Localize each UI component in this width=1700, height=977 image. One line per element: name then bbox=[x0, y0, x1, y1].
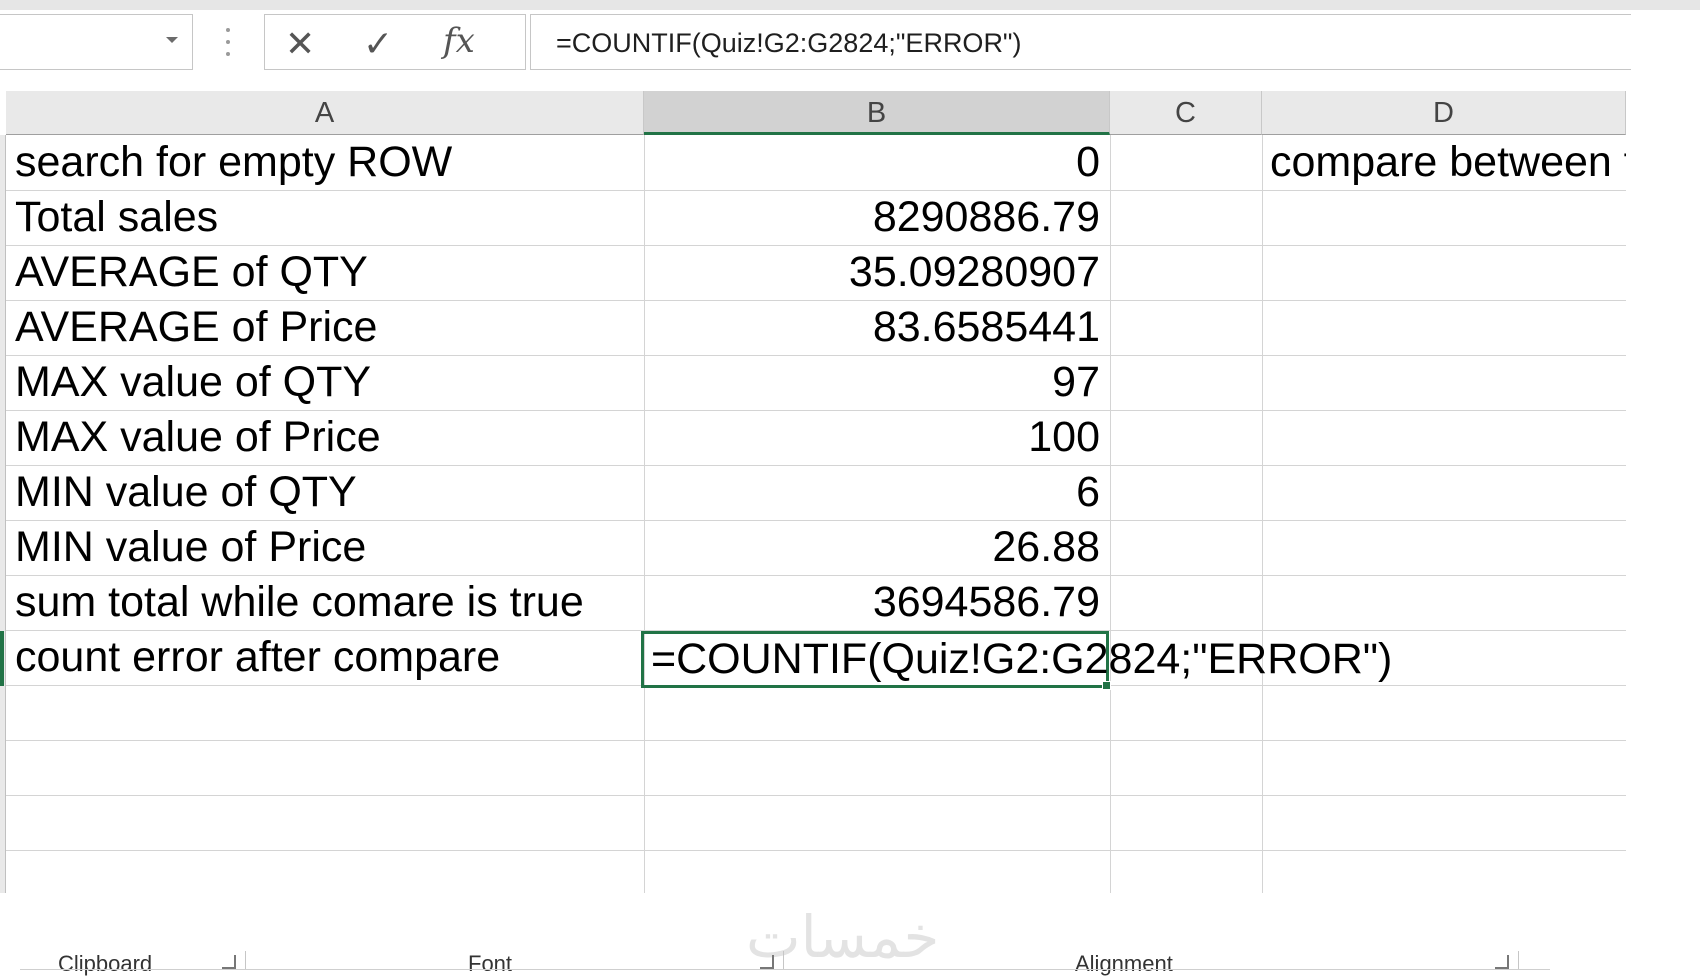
ribbon-group-alignment: Alignment bbox=[1075, 951, 1173, 976]
cell-b2[interactable]: 8290886.79 bbox=[648, 190, 1100, 245]
cell-a8[interactable]: MIN value of Price bbox=[15, 520, 640, 575]
cell-a4[interactable]: AVERAGE of Price bbox=[15, 300, 640, 355]
formula-bar-area: ✕ ✓ fx =COUNTIF(Quiz!G2:G2824;"ERROR") bbox=[0, 10, 1631, 88]
cell-b1[interactable]: 0 bbox=[648, 135, 1100, 190]
cell-b9[interactable]: 3694586.79 bbox=[648, 575, 1100, 630]
gridline bbox=[6, 740, 1626, 741]
chevron-down-icon[interactable] bbox=[166, 37, 178, 43]
cell-b4[interactable]: 83.6585441 bbox=[648, 300, 1100, 355]
group-separator bbox=[1518, 951, 1519, 970]
column-header-c[interactable]: C bbox=[1110, 91, 1262, 135]
cell-b7[interactable]: 6 bbox=[648, 465, 1100, 520]
formula-text: =COUNTIF(Quiz!G2:G2824;"ERROR") bbox=[556, 28, 1022, 58]
cell-d1[interactable]: compare between t bbox=[1270, 135, 1626, 190]
cell-a10[interactable]: count error after compare bbox=[15, 630, 640, 685]
column-header-b[interactable]: B bbox=[644, 91, 1110, 135]
column-header-a[interactable]: A bbox=[6, 91, 644, 135]
cell-a7[interactable]: MIN value of QTY bbox=[15, 465, 640, 520]
cell-b3[interactable]: 35.09280907 bbox=[648, 245, 1100, 300]
cell-b8[interactable]: 26.88 bbox=[648, 520, 1100, 575]
enter-icon[interactable]: ✓ bbox=[363, 23, 393, 65]
active-row-marker bbox=[0, 631, 4, 686]
active-cell-text: =COUNTIF(Quiz!G2:G2824;"ERROR") bbox=[651, 635, 1393, 683]
gridline bbox=[1262, 135, 1263, 893]
cell-a3[interactable]: AVERAGE of QTY bbox=[15, 245, 640, 300]
cell-a9[interactable]: sum total while comare is true bbox=[15, 575, 640, 630]
formula-buttons: ✕ ✓ fx bbox=[264, 14, 526, 70]
insert-function-icon[interactable]: fx bbox=[443, 21, 475, 61]
gridline bbox=[6, 795, 1626, 796]
cell-a1[interactable]: search for empty ROW bbox=[15, 135, 640, 190]
group-separator bbox=[783, 951, 784, 970]
font-launcher-icon[interactable] bbox=[760, 955, 774, 969]
watermark: خمسات bbox=[746, 903, 940, 971]
ribbon-group-clipboard: Clipboard bbox=[58, 951, 153, 976]
drag-handle-icon[interactable] bbox=[225, 28, 231, 56]
cell-a6[interactable]: MAX value of Price bbox=[15, 410, 640, 465]
clipboard-launcher-icon[interactable] bbox=[222, 955, 236, 969]
row-headers[interactable] bbox=[0, 135, 6, 893]
cell-b6[interactable]: 100 bbox=[648, 410, 1100, 465]
group-separator bbox=[245, 951, 246, 970]
ribbon-bottom: خمسات Clipboard Font Alignment bbox=[0, 893, 1700, 976]
cancel-icon[interactable]: ✕ bbox=[285, 23, 315, 65]
column-header-d[interactable]: D bbox=[1262, 91, 1626, 135]
name-box[interactable] bbox=[0, 14, 193, 70]
cell-b5[interactable]: 97 bbox=[648, 355, 1100, 410]
gridline bbox=[1110, 135, 1111, 893]
ribbon-group-font: Font bbox=[468, 951, 513, 976]
alignment-launcher-icon[interactable] bbox=[1495, 955, 1509, 969]
spreadsheet-grid[interactable]: A B C D search for empty ROW 0 compare b… bbox=[0, 91, 1626, 893]
gridline bbox=[644, 135, 645, 893]
cell-a5[interactable]: MAX value of QTY bbox=[15, 355, 640, 410]
window-top-strip bbox=[0, 0, 1700, 10]
cell-a2[interactable]: Total sales bbox=[15, 190, 640, 245]
gridline bbox=[6, 850, 1626, 851]
formula-input[interactable]: =COUNTIF(Quiz!G2:G2824;"ERROR") bbox=[530, 14, 1631, 70]
